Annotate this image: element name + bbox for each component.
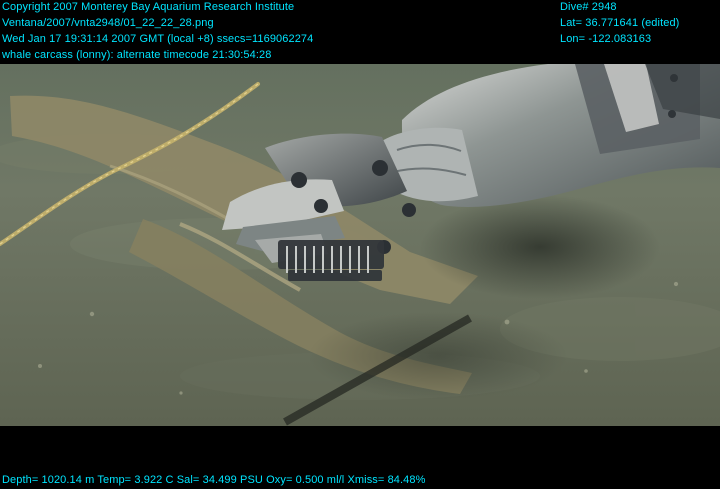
filename-line: Ventana/2007/vnta2948/01_22_22_28.png <box>2 17 214 29</box>
top-right-overlay: Dive# 2948 Lat= 36.771641 (edited) Lon= … <box>560 0 679 48</box>
seafloor-image <box>0 64 720 426</box>
arm-shadow <box>420 195 660 299</box>
latitude: Lat= 36.771641 (edited) <box>560 17 680 29</box>
seafloor-scene <box>0 64 720 426</box>
dive-number: Dive# 2948 <box>560 1 617 13</box>
longitude: Lon= -122.083163 <box>560 33 652 45</box>
video-frame: Copyright 2007 Monterey Bay Aquarium Res… <box>0 0 720 486</box>
timestamp-line: Wed Jan 17 19:31:14 2007 GMT (local +8) … <box>2 33 314 45</box>
top-left-overlay: Copyright 2007 Monterey Bay Aquarium Res… <box>2 0 313 64</box>
copyright-line: Copyright 2007 Monterey Bay Aquarium Res… <box>2 1 295 13</box>
bottom-overlay: Depth= 1020.14 m Temp= 3.922 C Sal= 34.4… <box>2 473 426 489</box>
telemetry-line: Depth= 1020.14 m Temp= 3.922 C Sal= 34.4… <box>2 474 426 486</box>
description-line: whale carcass (lonny): alternate timecod… <box>2 49 272 61</box>
